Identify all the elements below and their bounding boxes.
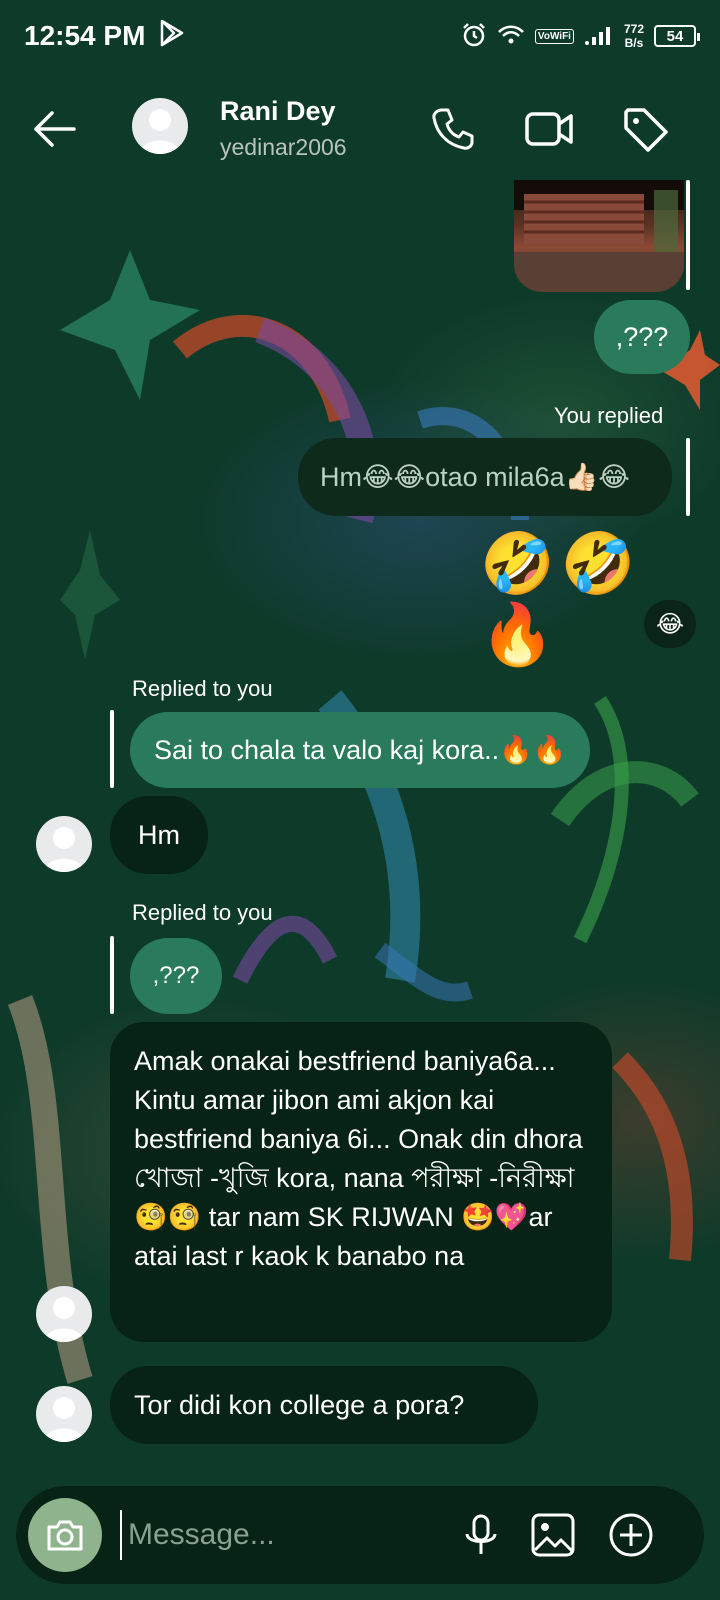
signal-icon — [584, 24, 614, 49]
add-icon[interactable] — [606, 1510, 656, 1560]
gallery-icon[interactable] — [528, 1510, 578, 1560]
sender-avatar[interactable] — [36, 816, 92, 872]
phone-icon[interactable] — [428, 104, 478, 154]
outgoing-message[interactable]: ,??? — [594, 300, 690, 374]
contact-username[interactable]: yedinar2006 — [220, 134, 347, 161]
play-store-icon — [159, 19, 185, 54]
reply-bar — [110, 936, 114, 1014]
wifi-icon — [497, 24, 525, 49]
contact-name[interactable]: Rani Dey — [220, 96, 336, 127]
reply-meta: You replied — [554, 403, 664, 428]
message-input[interactable] — [120, 1510, 450, 1560]
chat-header: Rani Dey yedinar2006 — [0, 80, 720, 180]
message-text: Hm😂😂otao mila6a👍🏻😂 — [320, 462, 630, 492]
microphone-icon[interactable] — [456, 1510, 506, 1560]
emoji-message[interactable]: 🤣🤣🔥 — [480, 528, 720, 670]
message-text: Amak onakai bestfriend baniya6a... Kintu… — [134, 1046, 583, 1271]
contact-avatar[interactable] — [132, 98, 188, 154]
reply-bar — [110, 710, 114, 788]
quoted-message[interactable]: ,??? — [130, 938, 222, 1014]
outgoing-reply-message[interactable]: Hm😂😂otao mila6a👍🏻😂 — [298, 438, 672, 516]
network-speed-value: 772 — [623, 22, 644, 36]
incoming-message[interactable]: Tor didi kon college a pora? — [110, 1366, 538, 1444]
status-bar: 12:54 PM VoWiFi 772 B/s 54 — [0, 0, 720, 72]
reply-meta: Replied to you — [132, 900, 273, 925]
message-text: Hm — [138, 819, 180, 850]
status-indicators: VoWiFi 772 B/s 54 — [461, 22, 700, 51]
alarm-icon — [461, 22, 487, 51]
network-speed-unit: B/s — [624, 36, 644, 50]
message-composer — [16, 1486, 704, 1584]
tag-icon[interactable] — [620, 104, 670, 154]
thread-line — [686, 180, 690, 290]
message-text: ,??? — [615, 321, 669, 352]
battery-level: 54 — [666, 27, 684, 45]
reply-bar — [686, 438, 690, 516]
network-speed: 772 B/s — [624, 22, 644, 50]
camera-icon — [47, 1520, 83, 1551]
battery-indicator: 54 — [654, 25, 700, 47]
vowifi-badge: VoWiFi — [534, 28, 574, 44]
sender-avatar[interactable] — [36, 1386, 92, 1442]
message-text: Tor didi kon college a pora? — [134, 1389, 465, 1420]
shared-image-message[interactable] — [514, 180, 684, 292]
incoming-message[interactable]: Hm — [110, 796, 208, 874]
incoming-long-message[interactable]: Amak onakai bestfriend baniya6a... Kintu… — [110, 1022, 612, 1342]
camera-button[interactable] — [28, 1498, 102, 1572]
message-text: Sai to chala ta valo kaj kora..🔥🔥 — [154, 735, 567, 765]
reply-meta: Replied to you — [132, 676, 273, 701]
quoted-message[interactable]: Sai to chala ta valo kaj kora..🔥🔥 — [130, 712, 590, 788]
status-time: 12:54 PM — [24, 20, 146, 51]
sender-avatar[interactable] — [36, 1286, 92, 1342]
message-reaction[interactable]: 😂 — [644, 600, 696, 648]
video-camera-icon[interactable] — [524, 104, 574, 154]
back-arrow-icon[interactable] — [30, 104, 80, 154]
message-text: ,??? — [152, 962, 200, 989]
